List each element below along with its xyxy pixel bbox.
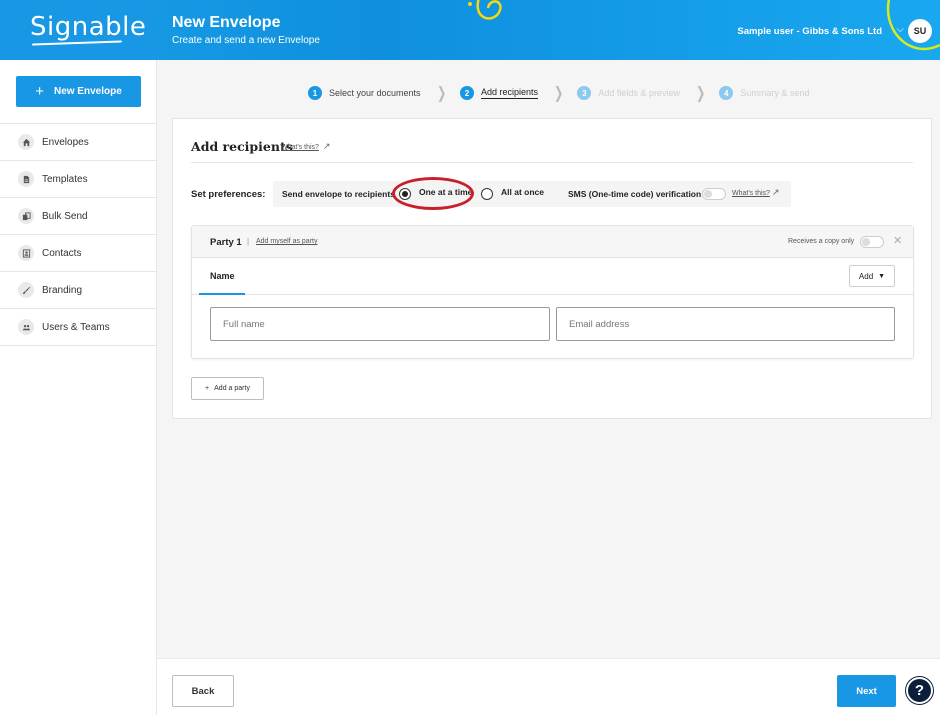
- sms-verification-label: SMS (One-time code) verification: [568, 189, 702, 199]
- party-name: Party 1: [210, 237, 242, 248]
- brush-icon: [18, 282, 34, 298]
- add-recipients-card: Add recipients What's this? ↗ Set prefer…: [172, 118, 932, 419]
- email-address-input[interactable]: Email address: [556, 307, 895, 341]
- plus-icon: +: [35, 83, 44, 100]
- step-add-recipients[interactable]: 2 Add recipients: [459, 86, 538, 100]
- active-tab-indicator: [199, 293, 245, 295]
- logo-area: Signable: [0, 0, 157, 60]
- chevron-right-icon: ❯: [436, 85, 446, 102]
- party-panel: Party 1 | Add myself as party Receives a…: [191, 225, 914, 359]
- add-party-label: Add a party: [214, 385, 250, 392]
- footer-bar: Back Next ?: [157, 658, 940, 715]
- chevron-down-icon[interactable]: ⌵: [896, 24, 904, 35]
- radio-all-at-once[interactable]: [481, 188, 493, 200]
- add-party-button[interactable]: + Add a party: [191, 377, 264, 400]
- user-account-name[interactable]: Sample user - Gibbs & Sons Ltd: [737, 26, 882, 37]
- step-add-fields: 3 Add fields & preview: [577, 86, 680, 100]
- page-subtitle: Create and send a new Envelope: [172, 35, 320, 46]
- party-header: Party 1 | Add myself as party Receives a…: [192, 226, 913, 258]
- add-button-label: Add: [858, 271, 874, 281]
- step-label: Summary & send: [740, 88, 810, 98]
- help-icon[interactable]: ?: [906, 677, 933, 704]
- sidebar-item-branding[interactable]: Branding: [0, 272, 157, 309]
- document-icon: [18, 171, 34, 187]
- sidebar-item-label: Bulk Send: [42, 210, 88, 222]
- new-envelope-button[interactable]: + New Envelope: [16, 76, 141, 107]
- tab-divider: [192, 294, 913, 295]
- external-link-icon[interactable]: ↗: [323, 141, 331, 152]
- sidebar-item-label: Branding: [42, 284, 83, 296]
- step-number: 1: [308, 86, 322, 100]
- step-select-documents[interactable]: 1 Select your documents: [308, 86, 421, 100]
- full-name-input[interactable]: Full name: [210, 307, 550, 341]
- whats-this-link[interactable]: What's this?: [281, 144, 319, 151]
- step-number: 3: [577, 86, 592, 100]
- plus-icon: +: [205, 385, 210, 392]
- new-envelope-label: New Envelope: [53, 86, 122, 97]
- sidebar-nav: Envelopes Templates Bulk Send Contacts B…: [0, 123, 157, 346]
- tab-name[interactable]: Name: [210, 271, 235, 281]
- sidebar-item-users-teams[interactable]: Users & Teams: [0, 309, 157, 346]
- highlight-annotation: [392, 177, 474, 210]
- copy-icon: [18, 208, 34, 224]
- sms-verification-preference: SMS (One-time code) verification What's …: [559, 181, 791, 207]
- back-button[interactable]: Back: [172, 675, 234, 707]
- step-label: Add fields & preview: [598, 88, 680, 98]
- receives-copy-label: Receives a copy only: [788, 238, 855, 245]
- party-separator: |: [247, 237, 250, 246]
- step-label: Select your documents: [329, 88, 421, 98]
- decorative-swirl: [468, 0, 502, 20]
- sms-verification-toggle[interactable]: [702, 188, 726, 200]
- close-icon[interactable]: ✕: [893, 234, 902, 247]
- sidebar-item-contacts[interactable]: Contacts: [0, 235, 157, 272]
- add-dropdown-button[interactable]: Add ▼: [849, 265, 895, 287]
- external-link-icon[interactable]: ↗: [772, 187, 780, 198]
- add-myself-link[interactable]: Add myself as party: [256, 238, 317, 245]
- sidebar-item-envelopes[interactable]: Envelopes: [0, 124, 157, 161]
- step-number: 2: [459, 86, 474, 100]
- page-title: New Envelope: [172, 14, 281, 31]
- users-icon: [18, 319, 34, 335]
- top-header: Signable New Envelope Create and send a …: [0, 0, 940, 60]
- caret-down-icon: ▼: [878, 272, 886, 280]
- sidebar-item-label: Templates: [42, 173, 88, 185]
- signable-logo[interactable]: Signable: [30, 12, 146, 42]
- receives-copy-toggle[interactable]: [860, 236, 884, 248]
- sms-whats-this-link[interactable]: What's this?: [732, 190, 770, 197]
- sidebar-item-label: Envelopes: [42, 136, 89, 148]
- sidebar: + New Envelope Envelopes Templates Bulk …: [0, 60, 157, 715]
- avatar[interactable]: SU: [908, 19, 932, 43]
- home-icon: [18, 134, 34, 150]
- chevron-right-icon: ❯: [554, 85, 564, 102]
- send-envelope-label: Send envelope to recipients: [282, 189, 395, 199]
- next-button[interactable]: Next: [837, 675, 896, 707]
- sidebar-item-templates[interactable]: Templates: [0, 161, 157, 198]
- divider: [191, 162, 913, 163]
- set-preferences-label: Set preferences:: [191, 189, 266, 200]
- sidebar-item-label: Contacts: [42, 247, 82, 259]
- section-title: Add recipients: [191, 139, 293, 154]
- progress-stepper: 1 Select your documents ❯ 2 Add recipien…: [308, 83, 809, 103]
- all-at-once-label[interactable]: All at once: [501, 187, 544, 197]
- step-label: Add recipients: [480, 87, 538, 99]
- step-number: 4: [719, 86, 734, 100]
- sidebar-item-label: Users & Teams: [42, 321, 110, 333]
- step-summary-send: 4 Summary & send: [719, 86, 809, 100]
- chevron-right-icon: ❯: [695, 85, 706, 102]
- sidebar-item-bulk-send[interactable]: Bulk Send: [0, 198, 157, 235]
- contact-card-icon: [18, 245, 34, 261]
